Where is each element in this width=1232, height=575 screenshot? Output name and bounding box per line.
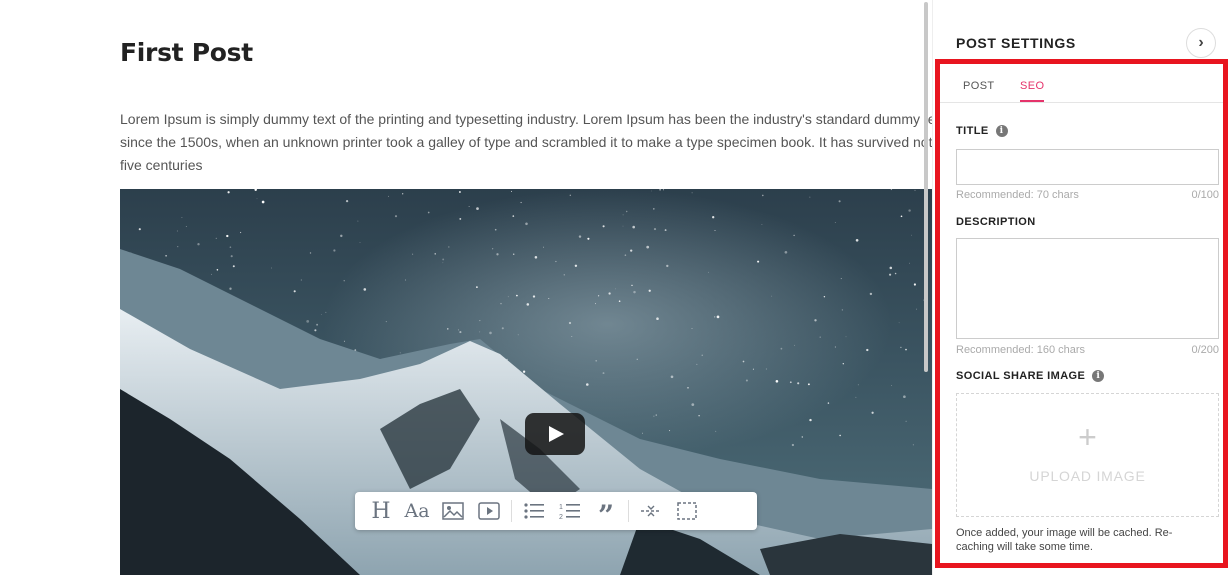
toolbar-divider bbox=[511, 500, 512, 522]
quote-glyph: ” bbox=[597, 499, 615, 532]
post-title[interactable]: First Post bbox=[120, 38, 253, 67]
tab-post[interactable]: POST bbox=[963, 80, 995, 100]
seo-description-label-text: DESCRIPTION bbox=[956, 216, 1036, 228]
font-size-icon[interactable]: Aa bbox=[399, 496, 435, 526]
toolbar-divider bbox=[628, 500, 629, 522]
post-settings-panel: POST SETTINGS › POST SEO TITLE i Recomme… bbox=[932, 0, 1232, 575]
format-toolbar: H Aa 12 ” bbox=[355, 492, 757, 530]
info-icon[interactable]: i bbox=[995, 125, 1008, 137]
seo-title-hint: Recommended: 70 chars bbox=[956, 189, 1079, 201]
image-icon[interactable] bbox=[435, 496, 471, 526]
seo-title-input[interactable] bbox=[956, 149, 1219, 185]
numbered-list-icon[interactable]: 12 bbox=[552, 496, 588, 526]
tab-seo[interactable]: SEO bbox=[1020, 80, 1045, 102]
info-icon[interactable]: i bbox=[1092, 370, 1105, 382]
social-share-image-label: SOCIAL SHARE IMAGE i bbox=[956, 370, 1105, 382]
video-icon[interactable] bbox=[471, 496, 507, 526]
panel-title: POST SETTINGS bbox=[956, 35, 1076, 51]
seo-description-input[interactable] bbox=[956, 238, 1219, 339]
social-share-image-label-text: SOCIAL SHARE IMAGE bbox=[956, 370, 1086, 382]
cache-note: Once added, your image will be cached. R… bbox=[956, 527, 1173, 553]
upload-image-dropzone[interactable]: + UPLOAD IMAGE bbox=[956, 393, 1219, 517]
quote-icon[interactable]: ” bbox=[588, 496, 624, 532]
seo-description-counter: 0/200 bbox=[1191, 344, 1219, 356]
svg-text:1: 1 bbox=[559, 504, 563, 511]
bulleted-list-icon[interactable] bbox=[516, 496, 552, 526]
heading-icon[interactable]: H bbox=[363, 496, 399, 526]
post-body-text[interactable]: Lorem Ipsum is simply dummy text of the … bbox=[120, 108, 932, 177]
settings-tabs: POST SEO bbox=[940, 72, 1226, 103]
plus-icon: + bbox=[1078, 419, 1097, 455]
collapse-panel-button[interactable]: › bbox=[1186, 28, 1216, 58]
font-size-glyph: Aa bbox=[404, 500, 430, 522]
heading-glyph: H bbox=[371, 498, 391, 524]
upload-image-label: UPLOAD IMAGE bbox=[1029, 468, 1146, 484]
post-editor: First Post Lorem Ipsum is simply dummy t… bbox=[0, 0, 932, 575]
seo-title-counter: 0/100 bbox=[1191, 189, 1219, 201]
play-button[interactable] bbox=[525, 413, 585, 455]
editor-scrollbar[interactable] bbox=[924, 2, 928, 372]
seo-description-hint: Recommended: 160 chars bbox=[956, 344, 1086, 356]
divider-icon[interactable] bbox=[633, 496, 669, 526]
seo-description-label: DESCRIPTION bbox=[956, 216, 1036, 228]
seo-title-label-text: TITLE bbox=[956, 125, 989, 137]
svg-text:2: 2 bbox=[559, 514, 563, 520]
embed-icon[interactable] bbox=[669, 496, 705, 526]
seo-title-label: TITLE i bbox=[956, 125, 1008, 137]
